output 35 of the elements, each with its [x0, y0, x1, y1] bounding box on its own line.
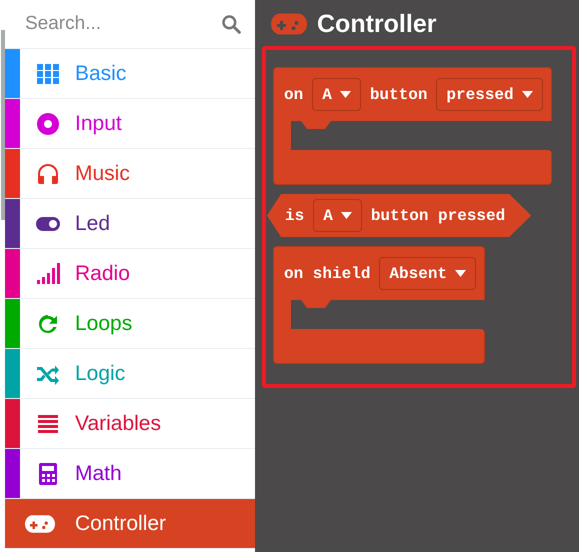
block-label: on	[284, 86, 304, 104]
event-block[interactable]: on A button pressed	[273, 67, 552, 185]
category-item[interactable]: Basic	[5, 49, 255, 99]
category-item[interactable]: Controller	[5, 499, 255, 549]
category-item[interactable]: Variables	[5, 399, 255, 449]
block-label: button pressed	[370, 206, 506, 224]
block-dropdown[interactable]: A	[312, 78, 361, 111]
caret-icon	[522, 91, 533, 98]
signal-bars-icon	[36, 262, 60, 286]
block-label: on shield	[284, 264, 370, 282]
category-item[interactable]: Led	[5, 199, 255, 249]
category-item[interactable]: Logic	[5, 349, 255, 399]
caret-icon	[340, 91, 351, 98]
block-dropdown[interactable]: pressed	[436, 78, 543, 111]
block-dropdown[interactable]: Absent	[379, 257, 476, 290]
headphones-icon	[36, 162, 60, 186]
category-item[interactable]: Radio	[5, 249, 255, 299]
block-label: button	[370, 86, 428, 104]
scrollbar[interactable]	[1, 30, 5, 220]
category-item[interactable]: Loops	[5, 299, 255, 349]
ring-icon	[36, 112, 60, 136]
block-label: is	[285, 206, 304, 224]
caret-icon	[340, 212, 352, 219]
category-item[interactable]: Input	[5, 99, 255, 149]
event-block[interactable]: on shield Absent	[273, 246, 486, 364]
boolean-block[interactable]: is A button pressed	[267, 194, 532, 237]
search-field[interactable]: Search...	[25, 13, 221, 35]
search-icon	[221, 14, 241, 34]
grid-icon	[36, 62, 60, 86]
category-item[interactable]: Music	[5, 149, 255, 199]
flyout-title: Controller	[317, 10, 436, 38]
notch-tab	[301, 121, 331, 129]
block-dropdown[interactable]: A	[313, 199, 362, 232]
notch-tab	[301, 300, 331, 308]
caret-icon	[455, 270, 466, 277]
